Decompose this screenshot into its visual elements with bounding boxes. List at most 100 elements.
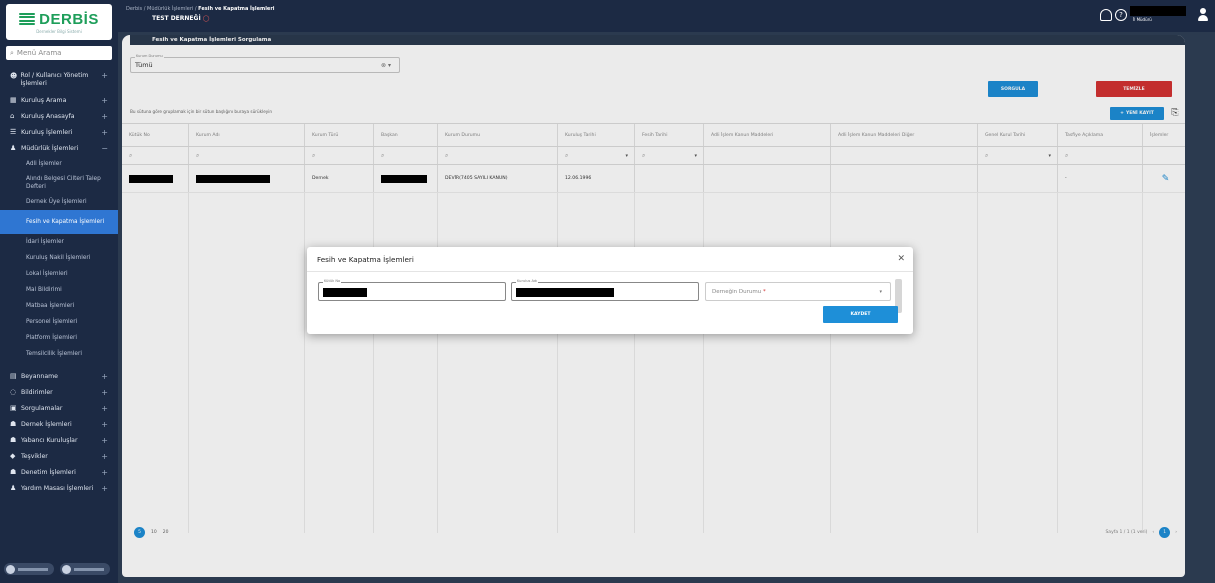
menu-search-input[interactable]: ⌕ Menü Arama: [6, 46, 112, 60]
cell-kutuk-no: [122, 165, 189, 192]
kaydet-button[interactable]: KAYDET: [823, 306, 898, 323]
sidebar-item-yabanci-kuruluslar[interactable]: ☗ Yabancı Kuruluşlar +: [0, 432, 118, 448]
sidebar-subitem-fesih-kapatma[interactable]: Fesih ve Kapatma İşlemleri: [0, 210, 118, 234]
sidebar-item-sorgulamalar[interactable]: ▣ Sorgulamalar +: [0, 400, 118, 416]
sorgula-button[interactable]: SORGULA: [988, 81, 1038, 97]
sidebar-item-dernek-islemleri[interactable]: ☗ Dernek İşlemleri +: [0, 416, 118, 432]
redacted-value: [516, 288, 614, 297]
filter-kurum-durumu[interactable]: ⌕: [438, 147, 558, 164]
filter-tasfiye[interactable]: ⌕: [1058, 147, 1143, 164]
filter-kutuk-no[interactable]: ⌕: [122, 147, 189, 164]
sidebar: DERBİS Dernekler Bilgi Sistemi ⌕ Menü Ar…: [0, 0, 118, 583]
dropdown-arrow-icon[interactable]: ▾: [694, 153, 697, 159]
temizle-button[interactable]: TEMİZLE: [1096, 81, 1172, 97]
users-icon: ☻: [10, 72, 18, 80]
col-header-kurum-turu[interactable]: Kurum Türü: [305, 124, 374, 146]
page-size-5[interactable]: 5: [134, 527, 145, 538]
clear-and-chevron-icon[interactable]: ⊗ ▾: [381, 62, 391, 69]
filter-kurulus-tarihi[interactable]: ⌕ ▾: [558, 147, 635, 164]
sidebar-item-label: Kuruluş İşlemleri: [21, 128, 73, 136]
col-header-baskan[interactable]: Başkan: [374, 124, 438, 146]
col-header-kutuk-no[interactable]: Kütük No: [122, 124, 189, 146]
filter-kurum-adi[interactable]: ⌕: [189, 147, 305, 164]
page-size-20[interactable]: 20: [163, 530, 169, 535]
chevron-down-icon[interactable]: ▾: [879, 289, 882, 295]
breadcrumb-current: Fesih ve Kapatma İşlemleri: [198, 6, 275, 12]
group-panel-hint: Bu sütuna göre gruplamak için bir sütun …: [130, 109, 273, 114]
col-header-adli-kanun[interactable]: Adli İşlem Kanun Maddeleri: [704, 124, 831, 146]
sidebar-item-beyanname[interactable]: ▤ Beyanname +: [0, 368, 118, 384]
page-1-button[interactable]: 1: [1159, 527, 1171, 538]
sidebar-item-tesvikler[interactable]: ◆ Teşvikler +: [0, 448, 118, 464]
export-excel-icon[interactable]: ⎘: [1170, 108, 1180, 118]
col-header-tasfiye[interactable]: Tasfiye Açıklama: [1058, 124, 1143, 146]
sidebar-subitem-idari[interactable]: İdari İşlemler: [0, 234, 118, 250]
col-header-genel-kurul[interactable]: Genel Kurul Tarihi: [978, 124, 1058, 146]
dropdown-arrow-icon[interactable]: ▾: [625, 153, 628, 159]
page-size-10[interactable]: 10: [151, 530, 157, 535]
dernegin-durumu-select[interactable]: Derneğin Durumu * ▾: [705, 282, 891, 301]
sidebar-item-label: Dernek İşlemleri: [21, 420, 72, 428]
col-header-kurum-durumu[interactable]: Kurum Durumu: [438, 124, 558, 146]
sidebar-item-label: Rol / Kullanıcı Yönetim İşlemleri: [20, 72, 89, 87]
logo-subtitle: Dernekler Bilgi Sistemi: [36, 28, 82, 34]
sidebar-subitem-adli[interactable]: Adli İşlemler: [0, 156, 118, 172]
column-chooser-icon[interactable]: ▭: [1184, 108, 1186, 118]
kurum-durumu-value: Tümü: [135, 61, 153, 69]
sidebar-item-kurulus-arama[interactable]: ▦ Kuruluş Arama +: [0, 92, 118, 108]
col-header-adli-kanun-diger[interactable]: Adli İşlem Kanun Maddeleri Diğer: [831, 124, 978, 146]
sidebar-subitem-temsilcilik[interactable]: Temsilcilik İşlemleri: [0, 346, 118, 362]
sidebar-subitem-matbaa[interactable]: Matbaa İşlemleri: [0, 298, 118, 314]
kurulus-adi-label: Kurulus Adı: [516, 279, 539, 283]
cell-kurum-adi: [189, 165, 305, 192]
col-header-kurulus-tarihi[interactable]: Kuruluş Tarihi: [558, 124, 635, 146]
notification-bell-icon[interactable]: [1100, 9, 1112, 21]
sidebar-item-yardim-masasi[interactable]: ♟ Yardım Masası İşlemleri +: [0, 480, 118, 496]
filter-fesih-tarihi[interactable]: ⌕ ▾: [635, 147, 704, 164]
kutuk-no-field[interactable]: Kütük No: [318, 279, 506, 301]
breadcrumb-derbis[interactable]: Derbis: [126, 6, 142, 12]
sidebar-subitem-mal-bildirimi[interactable]: Mal Bildirimi: [0, 282, 118, 298]
sidebar-item-denetim-islemleri[interactable]: ☗ Denetim İşlemleri +: [0, 464, 118, 480]
cell-tasfiye: -: [1058, 165, 1143, 192]
user-role: İl Müdürü: [1133, 17, 1152, 22]
breadcrumb-mudurluk[interactable]: Müdürlük İşlemleri: [147, 6, 193, 12]
col-header-kurum-adi[interactable]: Kurum Adı: [189, 124, 305, 146]
sidebar-subitem-personel[interactable]: Personel İşlemleri: [0, 314, 118, 330]
help-icon[interactable]: ?: [1115, 9, 1127, 21]
sidebar-item-bildirimler[interactable]: ◌ Bildirimler +: [0, 384, 118, 400]
filter-kurum-turu[interactable]: ⌕: [305, 147, 374, 164]
table-row[interactable]: Dernek DEVİR(7405 SAYILI KANUN) 12.06.19…: [122, 165, 1185, 193]
sidebar-subitem-lokal[interactable]: Lokal İşlemleri: [0, 266, 118, 282]
sidebar-subitem-alindi-belgesi[interactable]: Alındı Belgesi Cilteri Talep Defteri: [0, 172, 118, 194]
sidebar-item-rol-kullanici[interactable]: ☻ Rol / Kullanıcı Yönetim İşlemleri +: [0, 68, 118, 92]
sidebar-item-kurulus-islemleri[interactable]: ☰ Kuruluş İşlemleri +: [0, 124, 118, 140]
user-info[interactable]: İl Müdürü: [1130, 4, 1188, 26]
modal-title: Fesih ve Kapatma İşlemleri: [317, 255, 414, 264]
dropdown-arrow-icon[interactable]: ▾: [1048, 153, 1051, 159]
cell-kurum-durumu: DEVİR(7405 SAYILI KANUN): [438, 165, 558, 192]
kurum-durumu-label: Kurum Durumu: [135, 54, 164, 58]
derbis-logo[interactable]: DERBİS Dernekler Bilgi Sistemi: [6, 4, 112, 40]
col-header-fesih-tarihi[interactable]: Fesih Tarihi: [635, 124, 704, 146]
bell-icon: ◌: [10, 388, 17, 396]
fesih-kapatma-modal: Fesih ve Kapatma İşlemleri ✕ Kütük No Ku…: [307, 247, 913, 334]
org-status-icon: ◯: [202, 15, 210, 22]
sidebar-subitem-platform[interactable]: Platform İşlemleri: [0, 330, 118, 346]
kurum-durumu-select[interactable]: Kurum Durumu Tümü ⊗ ▾: [130, 54, 400, 73]
sidebar-item-kurulus-anasayfa[interactable]: ⌂ Kuruluş Anasayfa +: [0, 108, 118, 124]
yeni-kayit-button[interactable]: + YENİ KAYIT: [1110, 107, 1164, 120]
user-avatar-icon[interactable]: [1197, 8, 1209, 22]
next-page-icon[interactable]: ›: [1175, 530, 1177, 535]
prev-page-icon[interactable]: ‹: [1152, 530, 1154, 535]
edit-pencil-icon[interactable]: ✎: [1162, 174, 1170, 184]
modal-divider: [307, 271, 913, 272]
sidebar-item-mudurluk-islemleri[interactable]: ♟ Müdürlük İşlemleri −: [0, 140, 118, 156]
sidebar-subitem-dernek-uye[interactable]: Dernek Üye İşlemleri: [0, 194, 118, 210]
sidebar-item-label: Müdürlük İşlemleri: [21, 144, 79, 152]
close-icon[interactable]: ✕: [897, 254, 905, 264]
kurulus-adi-field[interactable]: Kurulus Adı: [511, 279, 699, 301]
filter-genel-kurul[interactable]: ⌕ ▾: [978, 147, 1058, 164]
filter-baskan[interactable]: ⌕: [374, 147, 438, 164]
sidebar-subitem-nakil[interactable]: Kuruluş Nakil İşlemleri: [0, 250, 118, 266]
